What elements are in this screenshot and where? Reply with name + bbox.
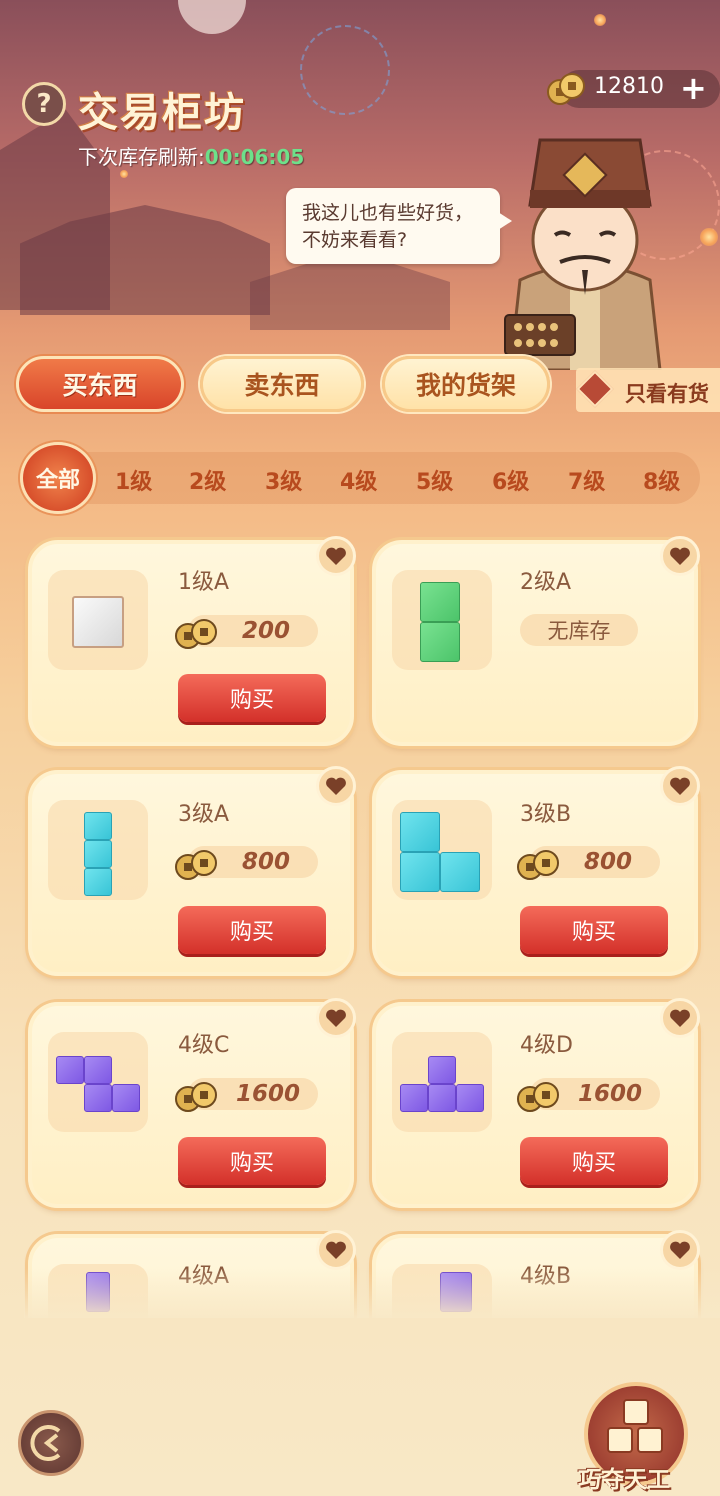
level-filter-5[interactable]: 5级 — [416, 464, 453, 496]
item-price: 800 — [584, 849, 633, 875]
coin-amount: 12810 — [594, 74, 664, 99]
item-thumbnail — [48, 1032, 148, 1132]
coin-icon — [175, 1082, 217, 1112]
coin-icon — [175, 850, 217, 880]
favorite-heart-icon[interactable] — [660, 766, 700, 806]
block-tile — [84, 812, 112, 840]
level-filter-4[interactable]: 4级 — [340, 464, 377, 496]
item-thumbnail — [392, 800, 492, 900]
favorite-heart-icon[interactable] — [316, 766, 356, 806]
buy-button[interactable]: 购买 — [520, 1137, 668, 1185]
block-tile — [84, 868, 112, 896]
level-filter-8[interactable]: 8级 — [643, 464, 680, 496]
buy-button[interactable]: 购买 — [178, 674, 326, 722]
question-icon: ? — [36, 89, 52, 119]
puzzle-game-label: 巧夺天工 — [578, 1467, 670, 1493]
block-tile — [56, 1056, 84, 1084]
coin-icon — [517, 850, 559, 880]
firework — [300, 25, 390, 115]
block-tile — [420, 582, 460, 622]
refresh-info: 下次库存刷新:00:06:05 — [78, 141, 304, 170]
block-tile — [400, 1084, 428, 1112]
coin-icon — [547, 73, 585, 105]
favorite-heart-icon[interactable] — [316, 998, 356, 1038]
lantern — [700, 228, 718, 246]
item-name: 2级A — [520, 570, 572, 595]
merchant-character — [504, 138, 662, 370]
page-title: 交易柜坊 — [78, 90, 246, 136]
level-filter-3[interactable]: 3级 — [265, 464, 302, 496]
refresh-timer: 00:06:05 — [204, 145, 305, 169]
back-arrow-icon — [30, 1425, 61, 1461]
item-name: 4级C — [178, 1033, 230, 1058]
block-tile — [84, 840, 112, 868]
item-name: 1级A — [178, 570, 230, 595]
refresh-label: 下次库存刷新: — [78, 145, 205, 169]
merchant-speech-bubble: 我这儿也有些好货，不妨来看看? — [286, 188, 512, 264]
block-tile — [440, 852, 480, 892]
favorite-heart-icon[interactable] — [660, 1230, 700, 1270]
favorite-heart-icon[interactable] — [316, 1230, 356, 1270]
partial-row: 4级A 4级B — [24, 1228, 720, 1318]
fade-overlay — [24, 1268, 720, 1318]
block-tile — [72, 596, 124, 648]
item-price: 1600 — [236, 1081, 301, 1107]
block-tile — [428, 1056, 456, 1084]
item-name: 4级D — [520, 1033, 573, 1058]
tab-buy[interactable]: 买东西 — [16, 356, 184, 412]
buy-button[interactable]: 购买 — [178, 1137, 326, 1185]
block-tile — [400, 812, 440, 852]
item-name: 3级B — [520, 802, 572, 827]
favorite-heart-icon[interactable] — [660, 536, 700, 576]
buy-button[interactable]: 购买 — [178, 906, 326, 954]
level-filter-7[interactable]: 7级 — [568, 464, 605, 496]
item-name: 3级A — [178, 802, 230, 827]
item-price: 200 — [242, 618, 291, 644]
item-thumbnail — [48, 800, 148, 900]
tab-my-shelf[interactable]: 我的货架 — [382, 356, 550, 412]
back-button[interactable] — [18, 1410, 84, 1476]
out-of-stock-label: 无库存 — [520, 614, 638, 646]
block-tile — [84, 1084, 112, 1112]
item-price: 1600 — [578, 1081, 643, 1107]
coin-icon — [517, 1082, 559, 1112]
buy-button[interactable]: 购买 — [520, 906, 668, 954]
coin-icon — [175, 619, 217, 649]
level-filter-1[interactable]: 1级 — [115, 464, 152, 496]
level-filter-all[interactable]: 全部 — [20, 442, 96, 514]
block-tile — [420, 622, 460, 662]
favorite-heart-icon[interactable] — [316, 536, 356, 576]
item-thumbnail — [48, 570, 148, 670]
block-tile — [456, 1084, 484, 1112]
in-stock-label: 只看有货 — [625, 382, 709, 406]
level-filter-2[interactable]: 2级 — [189, 464, 226, 496]
item-price: 800 — [242, 849, 291, 875]
block-tile — [112, 1084, 140, 1112]
favorite-heart-icon[interactable] — [660, 998, 700, 1038]
item-thumbnail — [392, 1032, 492, 1132]
help-button[interactable]: ? — [22, 82, 66, 126]
block-tile — [84, 1056, 112, 1084]
tab-sell[interactable]: 卖东西 — [200, 356, 364, 412]
lantern — [120, 170, 128, 178]
block-tile — [400, 852, 440, 892]
block-tile — [428, 1084, 456, 1112]
level-filter-6[interactable]: 6级 — [492, 464, 529, 496]
item-thumbnail — [392, 570, 492, 670]
lantern — [594, 14, 606, 26]
add-coins-button[interactable]: + — [680, 72, 707, 104]
